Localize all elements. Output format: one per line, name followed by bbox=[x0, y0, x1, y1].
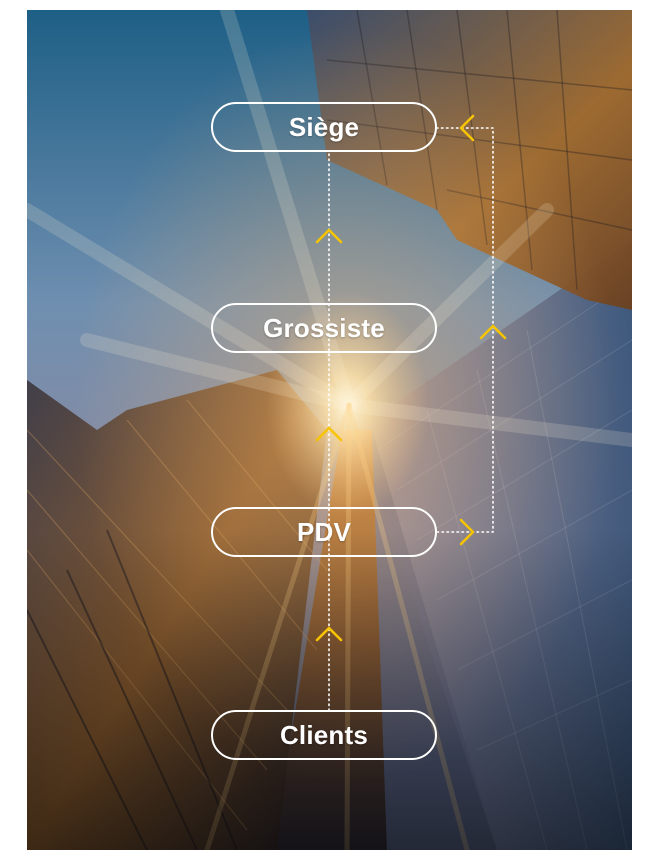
node-siege-label: Siège bbox=[288, 111, 360, 142]
node-clients: Clients bbox=[211, 710, 437, 760]
node-clients-label: Clients bbox=[279, 719, 369, 750]
node-pdv: PDV bbox=[211, 507, 437, 557]
node-grossiste: Grossiste bbox=[211, 303, 437, 353]
edge-pdv-to-siege-bypass bbox=[436, 127, 494, 533]
diagram-frame: Siège Grossiste PDV Clients bbox=[27, 10, 632, 850]
node-siege: Siège bbox=[211, 102, 437, 152]
node-pdv-label: PDV bbox=[296, 516, 352, 547]
node-grossiste-label: Grossiste bbox=[263, 312, 385, 343]
